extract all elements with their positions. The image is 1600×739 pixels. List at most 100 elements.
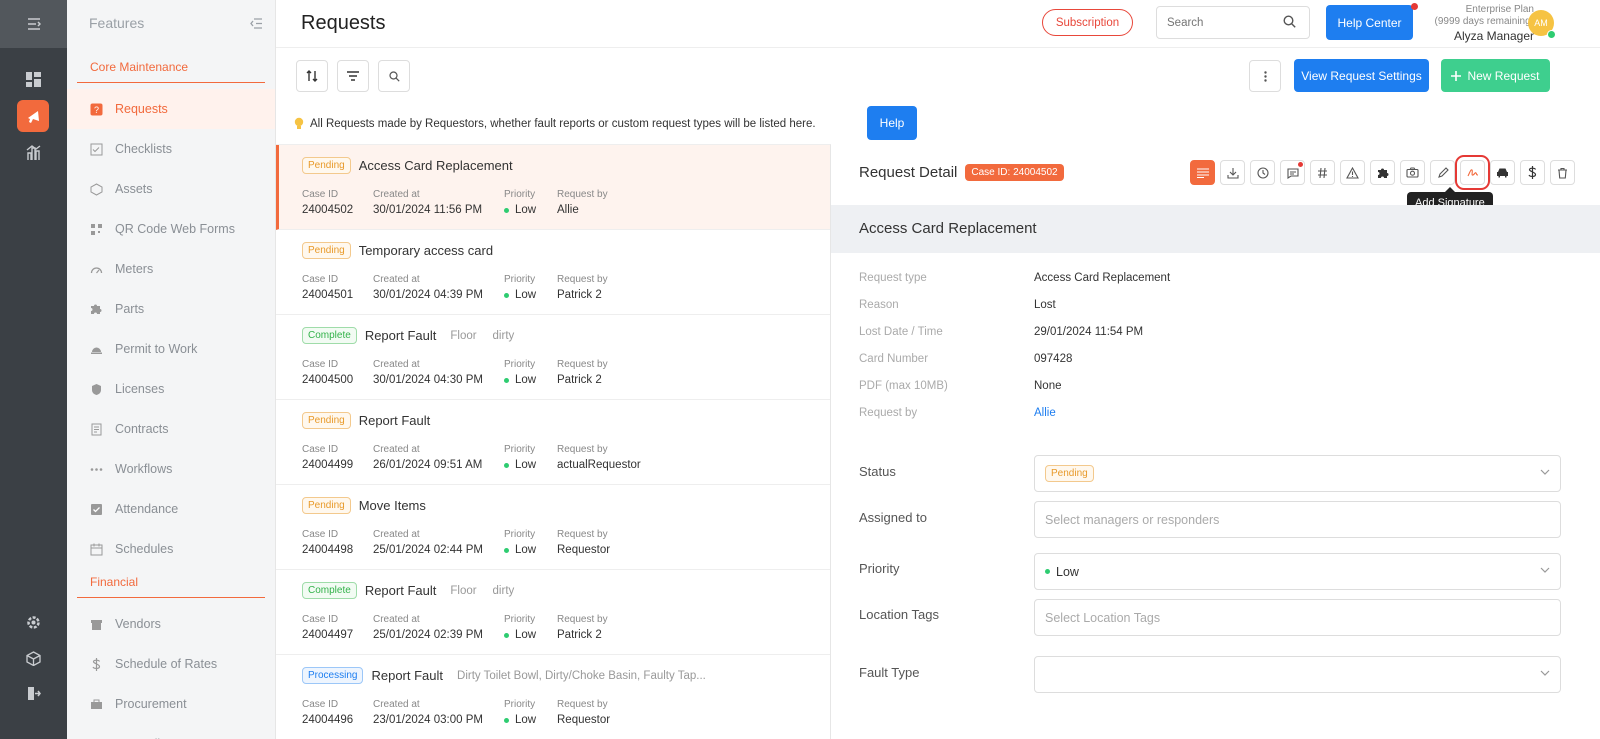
vehicle-button[interactable] [1490, 160, 1515, 185]
collapse-sidebar-icon[interactable] [250, 17, 263, 29]
created-value: 23/01/2024 03:00 PM [373, 714, 483, 726]
sidebar-item-label: Meters [115, 262, 154, 276]
request-list-item[interactable]: Pending Move Items Case ID 24004498 Creat… [276, 485, 830, 570]
location-tags-select[interactable]: Select Location Tags [1034, 599, 1561, 636]
parts-button[interactable] [1370, 160, 1395, 185]
created-value: 30/01/2024 04:39 PM [373, 289, 483, 301]
help-button[interactable]: Help [867, 106, 917, 140]
priority-column: Priority Low [504, 614, 536, 641]
case-id-value: 24004496 [302, 714, 354, 726]
contract-icon [89, 422, 103, 436]
field-value[interactable]: Allie [1034, 407, 1056, 419]
box-icon[interactable] [17, 642, 49, 674]
sidebar-item-assets[interactable]: Assets [67, 169, 275, 209]
add-signature-button[interactable] [1455, 155, 1490, 190]
car-icon [1496, 167, 1509, 178]
priority-label: Priority [504, 614, 536, 625]
sidebar-item-qr-code-web-forms[interactable]: QR Code Web Forms [67, 209, 275, 249]
details-view-button[interactable] [1190, 160, 1215, 185]
edit-button[interactable] [1430, 160, 1455, 185]
chevron-down-icon [1540, 567, 1550, 573]
request-title: Report Fault [364, 583, 437, 598]
sidebar-item-vendors[interactable]: Vendors [67, 604, 275, 644]
sidebar-item-workflows[interactable]: Workflows [67, 449, 275, 489]
delete-button[interactable] [1550, 160, 1575, 185]
warning-button[interactable] [1340, 160, 1365, 185]
help-center-button[interactable]: Help Center [1326, 5, 1413, 40]
trash-icon [1557, 167, 1568, 179]
filter-button[interactable] [337, 60, 369, 92]
plus-icon [1451, 70, 1462, 81]
sidebar-item-licenses[interactable]: Licenses [67, 369, 275, 409]
priority-label: Priority [504, 529, 536, 540]
megaphone-icon[interactable] [17, 100, 49, 132]
sidebar-item-schedules[interactable]: Schedules [67, 529, 275, 569]
assigned-placeholder: Select managers or responders [1045, 512, 1220, 527]
comments-button[interactable] [1280, 160, 1305, 185]
request-list-item[interactable]: Pending Temporary access card Case ID 240… [276, 230, 830, 315]
sidebar-item-schedule-of-rates[interactable]: Schedule of Rates [67, 644, 275, 684]
new-request-button[interactable]: New Request [1441, 59, 1550, 92]
status-badge: Pending [302, 157, 351, 174]
dollar-icon [89, 657, 103, 671]
sidebar-item-attendance[interactable]: Attendance [67, 489, 275, 529]
case-id-label: Case ID [302, 189, 339, 200]
sidebar-item-meters[interactable]: Meters [67, 249, 275, 289]
request-list-item[interactable]: Processing Report Fault Dirty Toilet Bow… [276, 655, 830, 739]
request-list-item[interactable]: Pending Report Fault Case ID 24004499 Cre… [276, 400, 830, 485]
request-list-item[interactable]: Complete Report Fault Floor dirty Case I… [276, 570, 830, 655]
request-header: Complete Report Fault Floor dirty [302, 582, 514, 599]
sidebar-item-contracts[interactable]: Contracts [67, 409, 275, 449]
case-id-badge: Case ID: 24004502 [965, 164, 1064, 181]
assets-icon [89, 182, 103, 196]
cost-button[interactable] [1520, 160, 1545, 185]
status-select[interactable]: Pending [1034, 455, 1561, 492]
collapse-menu-icon[interactable] [0, 0, 67, 48]
sidebar-item-procurement[interactable]: Procurement [67, 684, 275, 724]
sidebar-item-label: Procurement [115, 697, 187, 711]
sidebar-item-permit-to-work[interactable]: Permit to Work [67, 329, 275, 369]
priority-text: Low [515, 714, 537, 726]
sort-button[interactable] [296, 60, 328, 92]
case-id-label: Case ID [302, 614, 339, 625]
download-button[interactable] [1220, 160, 1245, 185]
field-label: Request type [859, 272, 927, 284]
sidebar-item-label: Assets [115, 182, 153, 196]
dashboard-icon[interactable] [17, 63, 49, 95]
request-header: Pending Access Card Replacement [302, 157, 513, 174]
fault-type-select[interactable] [1034, 656, 1561, 693]
subscription-button[interactable]: Subscription [1042, 9, 1133, 36]
history-button[interactable] [1250, 160, 1275, 185]
status-badge: Complete [302, 327, 357, 344]
detail-field-request-by: Request by Allie [859, 407, 1056, 419]
more-options-button[interactable] [1249, 60, 1281, 92]
request-by-value: Allie [557, 204, 579, 216]
priority-select[interactable]: Low [1034, 553, 1561, 590]
case-id-column: Case ID 24004497 [302, 614, 353, 641]
list-toolbar: View Request Settings New Request [276, 48, 1600, 104]
priority-column: Priority Low [504, 699, 536, 726]
puzzle-icon [1377, 167, 1389, 179]
priority-value: Low [504, 629, 536, 641]
settings-icon[interactable] [17, 606, 49, 638]
field-label: Card Number [859, 353, 929, 365]
request-list-item[interactable]: Complete Report Fault Floor dirty Case I… [276, 315, 830, 400]
sidebar-item-label: Checklists [115, 142, 172, 156]
request-header: Pending Move Items [302, 497, 426, 514]
assigned-to-select[interactable]: Select managers or responders [1034, 501, 1561, 538]
photo-button[interactable] [1400, 160, 1425, 185]
priority-text: Low [515, 374, 537, 386]
sidebar-item-checklists[interactable]: Checklists [67, 129, 275, 169]
search-icon[interactable] [1283, 15, 1296, 28]
view-request-settings-button[interactable]: View Request Settings [1294, 59, 1429, 92]
logout-icon[interactable] [17, 677, 49, 709]
new-request-label: New Request [1467, 68, 1540, 83]
list-search-button[interactable] [378, 60, 410, 92]
hashtag-button[interactable] [1310, 160, 1335, 185]
analytics-icon[interactable] [17, 136, 49, 168]
sidebar-item-requests[interactable]: ? Requests [67, 89, 275, 129]
request-list-item[interactable]: Pending Access Card Replacement Case ID 2… [276, 145, 830, 230]
sidebar-item-expenditures[interactable]: Expenditures [67, 724, 275, 739]
sidebar-item-parts[interactable]: Parts [67, 289, 275, 329]
dollar-icon [1528, 166, 1537, 179]
